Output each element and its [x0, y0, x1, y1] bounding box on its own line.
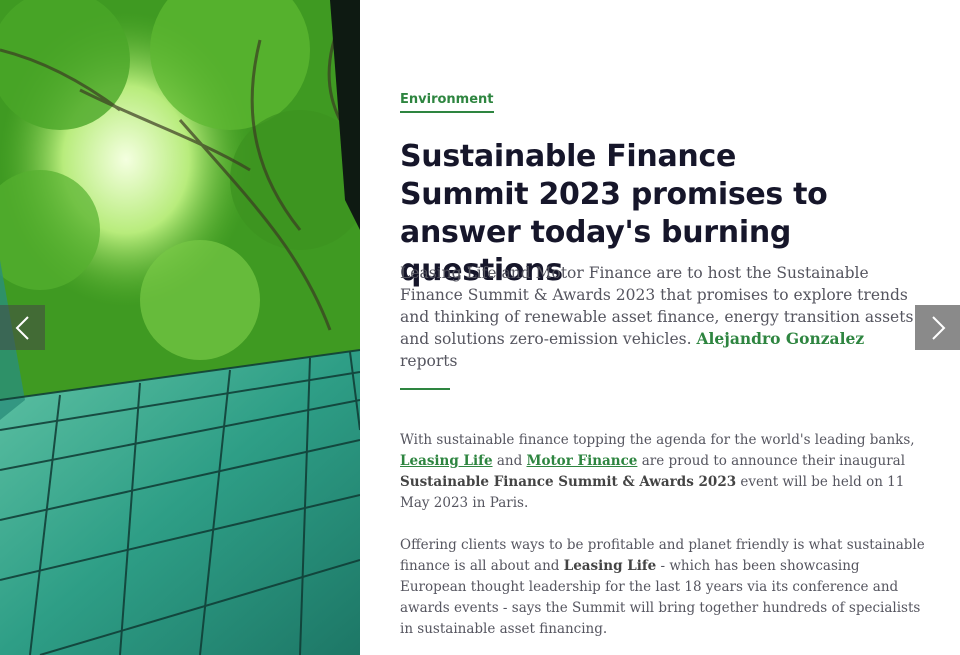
article-standfirst: Leasing Life and Motor Finance are to ho… [400, 262, 920, 372]
standfirst-suffix: reports [400, 352, 458, 370]
article-body: With sustainable finance topping the age… [400, 430, 925, 655]
author-link[interactable]: Alejandro Gonzalez [696, 329, 864, 348]
body-paragraph-2: Offering clients ways to be profitable a… [400, 535, 925, 640]
p1-intro: With sustainable finance topping the age… [400, 432, 915, 448]
chevron-left-icon [15, 315, 29, 340]
leasing-life-link[interactable]: Leasing Life [400, 453, 493, 469]
hero-image [0, 0, 360, 655]
motor-finance-link[interactable]: Motor Finance [527, 453, 638, 469]
event-name: Sustainable Finance Summit & Awards 2023 [400, 474, 737, 490]
hero-illustration [0, 0, 360, 655]
category-link[interactable]: Environment [400, 92, 494, 113]
body-paragraph-1: With sustainable finance topping the age… [400, 430, 925, 514]
brand-name: Leasing Life [563, 558, 657, 574]
chevron-right-icon [931, 315, 945, 340]
carousel-next-button[interactable] [915, 305, 960, 350]
section-divider [400, 388, 450, 390]
p1-mid: are proud to announce their inaugural [637, 453, 906, 469]
p1-and: and [492, 453, 527, 469]
carousel-prev-button[interactable] [0, 305, 45, 350]
